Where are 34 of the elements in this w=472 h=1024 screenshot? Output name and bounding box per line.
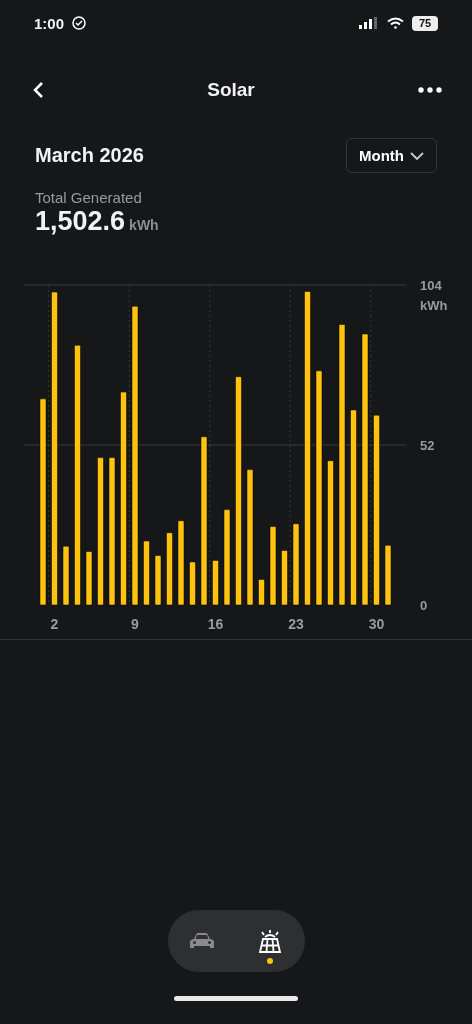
total-label: Total Generated [34, 188, 143, 206]
page-title: Solar [207, 79, 255, 101]
period-dropdown[interactable]: Month [346, 138, 437, 173]
more-icon [418, 87, 442, 93]
axis-unit: kWh [420, 297, 448, 313]
axis-label: 104 [420, 277, 442, 293]
axis-label: 0 [420, 597, 428, 613]
axis-label: 52 [420, 437, 435, 453]
wifi-icon [387, 17, 404, 29]
chevron-left-icon [32, 81, 44, 99]
axis-label: 16 [207, 616, 224, 632]
bar [154, 555, 162, 606]
period-title: March 2026 [35, 144, 144, 167]
axis-label: 9 [131, 616, 139, 632]
bar [62, 546, 70, 606]
bar [258, 579, 265, 606]
car-icon [188, 932, 215, 950]
bar [189, 561, 196, 606]
total-unit: kWh [129, 217, 159, 233]
status-time: 1:00 [34, 14, 65, 32]
axis-label: 30 [368, 616, 385, 632]
axis-label: 23 [288, 616, 304, 632]
signal-icon [359, 17, 379, 29]
solar-panel-icon [257, 929, 284, 953]
bar [281, 550, 288, 606]
bar [85, 551, 93, 606]
bar [143, 540, 150, 606]
bar [384, 545, 392, 606]
bar [212, 560, 219, 606]
check-circle-icon [72, 16, 87, 30]
axis-label: 2 [50, 616, 59, 632]
battery-level: 75 [412, 15, 438, 31]
total-value: 1,502.6 [35, 206, 126, 237]
chevron-down-icon [410, 151, 424, 160]
